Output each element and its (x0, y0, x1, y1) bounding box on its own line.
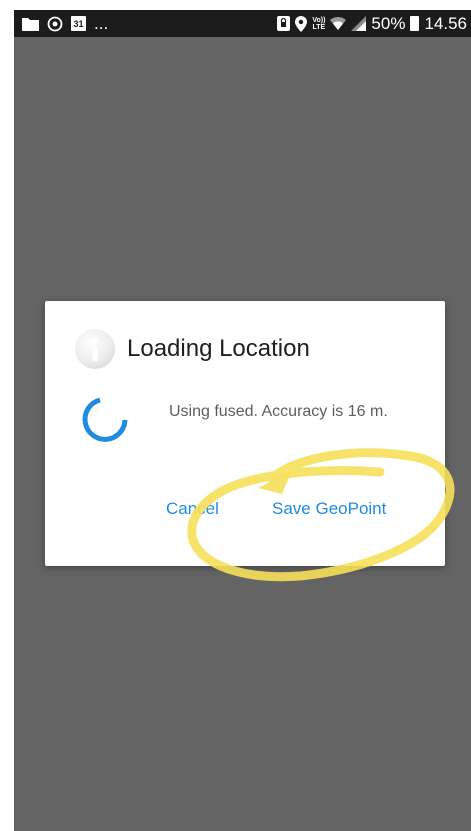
page: 31 ... Vo)) LTE 50% 14.56 Loading Locati… (0, 0, 471, 831)
location-pin-icon (295, 15, 308, 32)
status-bar: 31 ... Vo)) LTE 50% 14.56 (14, 10, 471, 37)
wifi-icon (330, 16, 347, 31)
dialog-title: Loading Location (127, 335, 310, 362)
lte-label: LTE (312, 23, 326, 31)
notification-overflow: ... (94, 13, 109, 33)
cancel-button[interactable]: Cancel (166, 499, 219, 519)
battery-icon (410, 16, 420, 31)
info-icon (75, 329, 115, 369)
shield-icon (277, 16, 291, 31)
loading-location-dialog: Loading Location Using fused. Accuracy i… (45, 301, 445, 566)
dialog-message: Using fused. Accuracy is 16 m. (169, 403, 388, 420)
clock: 14.56 (424, 13, 467, 33)
status-bar-right: Vo)) LTE 50% 14.56 (277, 13, 467, 34)
folder-icon (22, 17, 39, 31)
calendar-icon: 31 (71, 16, 86, 31)
phone-screen: 31 ... Vo)) LTE 50% 14.56 Loading Locati… (14, 10, 471, 831)
sync-icon (47, 16, 63, 32)
dialog-header: Loading Location (75, 329, 310, 369)
battery-percent: 50% (371, 13, 406, 33)
status-bar-left: 31 ... (22, 13, 108, 34)
volte-lte-icon: Vo)) LTE (312, 17, 325, 31)
save-geopoint-button[interactable]: Save GeoPoint (272, 499, 386, 519)
cell-signal-icon (351, 16, 367, 31)
loading-spinner-icon (82, 397, 128, 442)
volte-label: Vo)) (312, 16, 326, 24)
